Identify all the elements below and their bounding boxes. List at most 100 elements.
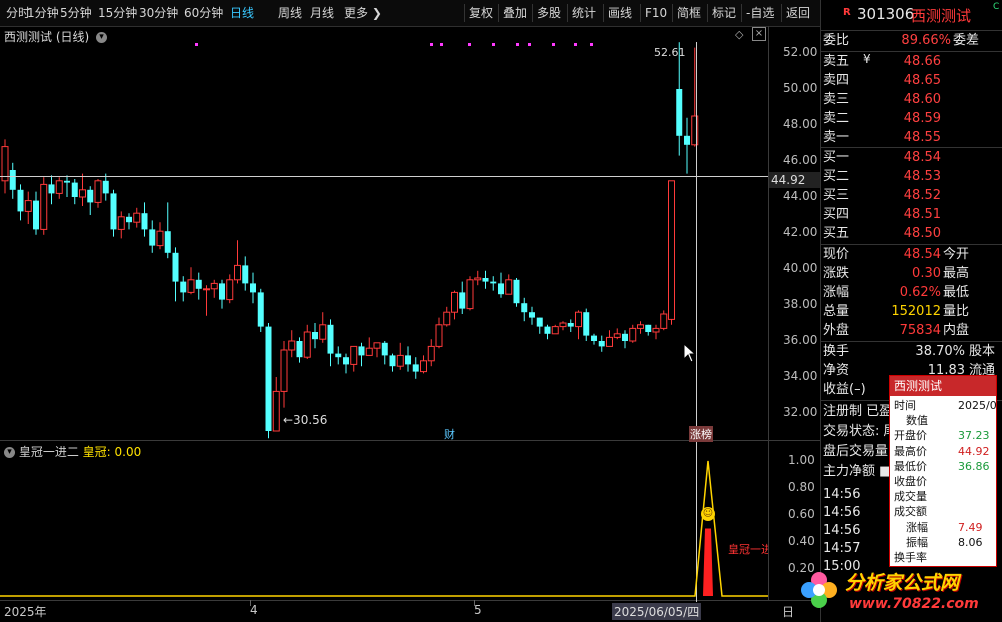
toolbar-item-7[interactable]: 周线 (278, 0, 302, 26)
candle[interactable] (133, 207, 141, 228)
candle[interactable] (676, 42, 683, 156)
candle[interactable] (668, 180, 675, 325)
toolbar-item-8[interactable]: 月线 (310, 0, 334, 26)
candle[interactable] (637, 321, 644, 334)
toolbar-action-3[interactable]: 统计 (572, 0, 596, 26)
candle[interactable] (48, 175, 55, 205)
candle[interactable] (498, 272, 504, 298)
toolbar-item-9[interactable]: 更多 ❯ (344, 0, 382, 26)
toolbar-item-3[interactable]: 15分钟 (98, 0, 137, 26)
candle[interactable] (40, 177, 48, 235)
candle[interactable] (396, 342, 404, 370)
candle[interactable] (180, 276, 187, 302)
candle[interactable] (629, 324, 637, 343)
toolbar-item-1[interactable]: 1分钟 (27, 0, 59, 26)
candle[interactable] (358, 342, 365, 367)
candle[interactable] (234, 240, 241, 284)
candle[interactable] (591, 333, 597, 345)
candle[interactable] (389, 353, 396, 372)
candle[interactable] (288, 330, 296, 358)
candle[interactable] (71, 179, 78, 205)
candle[interactable] (544, 324, 551, 340)
toolbar-action-1[interactable]: 叠加 (503, 0, 527, 26)
toolbar-action-0[interactable]: 复权 (469, 0, 493, 26)
toolbar-item-2[interactable]: 5分钟 (60, 0, 92, 26)
candle[interactable] (622, 330, 628, 349)
candle[interactable] (529, 306, 535, 325)
candle[interactable] (156, 222, 164, 250)
candle[interactable] (117, 211, 125, 239)
candle[interactable] (280, 341, 288, 408)
candlestick-chart[interactable] (0, 26, 768, 440)
candle[interactable] (296, 337, 303, 363)
candle[interactable] (343, 353, 349, 374)
candle[interactable] (575, 310, 582, 340)
candle[interactable] (381, 341, 388, 365)
candle[interactable] (405, 346, 411, 372)
candle[interactable] (1, 139, 9, 194)
candle[interactable] (536, 317, 543, 334)
candle[interactable] (126, 213, 132, 230)
candle[interactable] (219, 279, 225, 309)
candle[interactable] (319, 312, 327, 343)
candle[interactable] (412, 357, 419, 379)
candle[interactable] (645, 324, 652, 336)
candle[interactable] (373, 342, 381, 358)
candle[interactable] (606, 330, 613, 347)
candle[interactable] (102, 173, 109, 201)
candle[interactable] (195, 272, 202, 300)
candle[interactable] (350, 345, 358, 372)
candle[interactable] (79, 173, 86, 206)
candle[interactable] (257, 288, 264, 332)
candle[interactable] (9, 162, 16, 199)
candle[interactable] (684, 117, 690, 174)
candle[interactable] (250, 272, 256, 304)
candle[interactable] (427, 339, 435, 367)
candle[interactable] (172, 247, 179, 302)
toolbar-action-5[interactable]: F10 (645, 0, 667, 26)
candle[interactable] (513, 278, 520, 307)
candle[interactable] (303, 324, 311, 359)
candle[interactable] (490, 276, 497, 291)
candle[interactable] (365, 337, 373, 356)
candle[interactable] (451, 290, 458, 320)
candle[interactable] (327, 319, 334, 367)
candle[interactable] (551, 324, 559, 335)
candle[interactable] (505, 274, 513, 295)
candle[interactable] (24, 191, 32, 224)
candle[interactable] (141, 202, 148, 237)
candle[interactable] (210, 279, 218, 298)
candle[interactable] (567, 319, 574, 332)
candle[interactable] (443, 306, 451, 327)
candle[interactable] (33, 191, 39, 235)
candle[interactable] (521, 297, 528, 322)
toolbar-action-7[interactable]: 标记 (712, 0, 736, 26)
candle[interactable] (242, 256, 249, 291)
stock-name[interactable]: 西测测试 (911, 5, 971, 26)
candle[interactable] (110, 189, 117, 237)
toolbar-item-6[interactable]: 日线 (230, 0, 254, 26)
indicator-chart[interactable] (0, 441, 768, 600)
candle[interactable] (149, 220, 156, 253)
limit-up-marker[interactable]: 涨榜 (689, 426, 713, 442)
candle[interactable] (420, 355, 427, 374)
candle[interactable] (203, 285, 210, 316)
candle[interactable] (583, 308, 590, 341)
candle[interactable] (613, 328, 621, 340)
candle[interactable] (466, 276, 474, 311)
toolbar-item-4[interactable]: 30分钟 (139, 0, 178, 26)
candle[interactable] (64, 175, 70, 197)
toolbar-action-4[interactable]: 画线 (608, 0, 632, 26)
candle[interactable] (226, 274, 234, 304)
toolbar-item-5[interactable]: 60分钟 (184, 0, 223, 26)
toolbar-action-9[interactable]: 返回 (786, 0, 810, 26)
candle[interactable] (164, 202, 171, 259)
candle[interactable] (459, 281, 466, 314)
toolbar-action-8[interactable]: -自选 (746, 0, 774, 26)
candle[interactable] (652, 324, 660, 340)
toolbar-action-6[interactable]: 简框 (677, 0, 701, 26)
candle[interactable] (559, 321, 567, 331)
candle[interactable] (335, 346, 342, 365)
toolbar-action-2[interactable]: 多股 (537, 0, 561, 26)
candle[interactable] (265, 323, 272, 439)
